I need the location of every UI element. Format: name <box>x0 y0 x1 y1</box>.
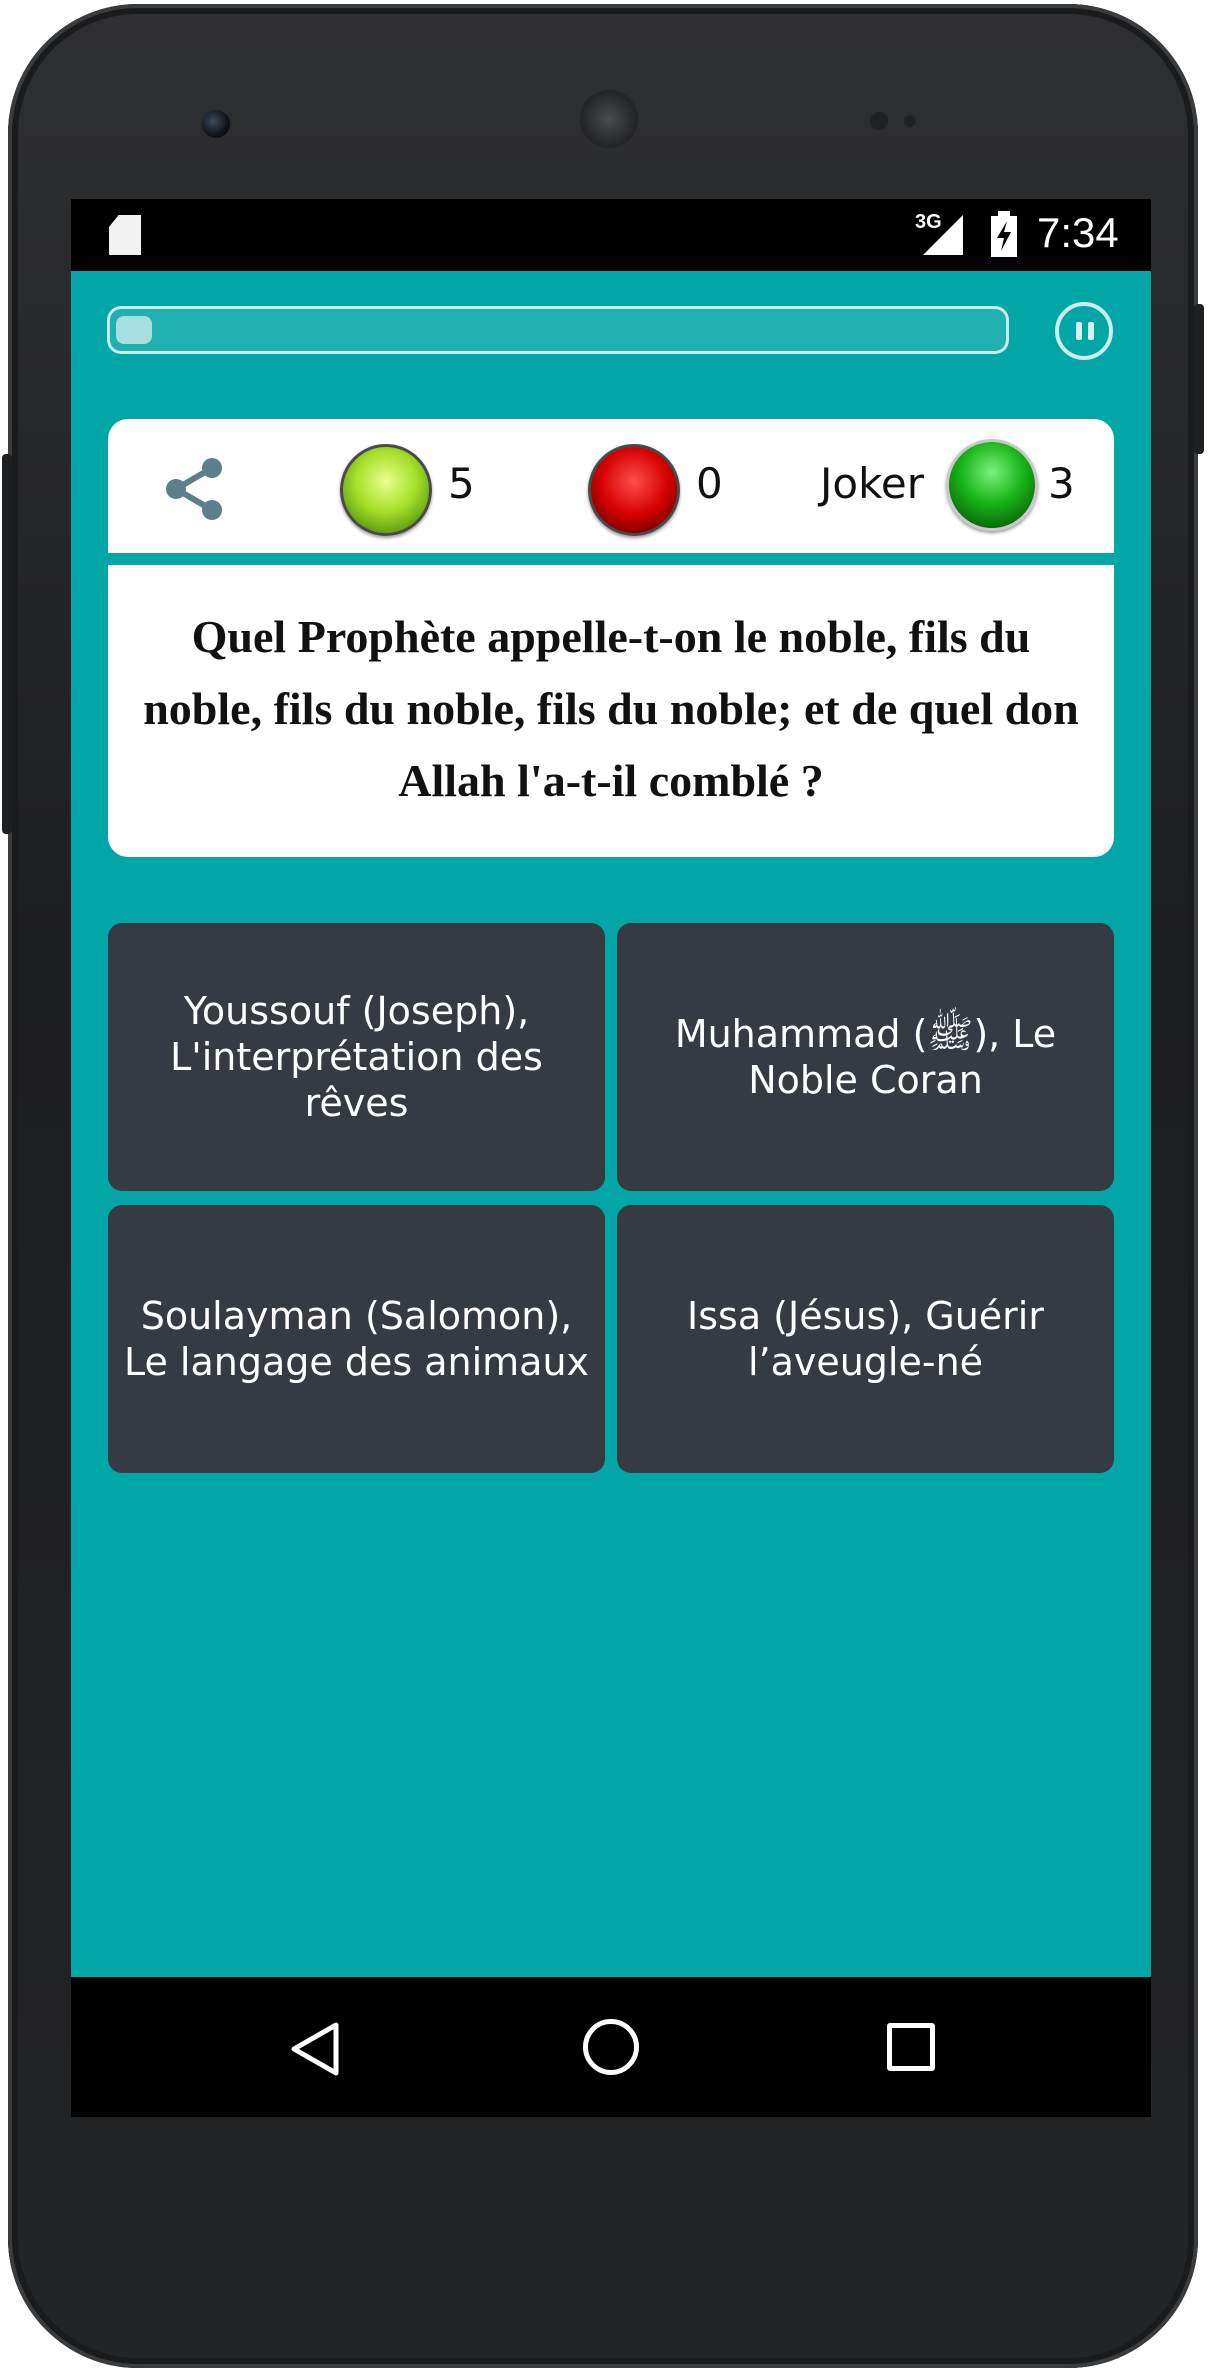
wrong-answers-icon <box>588 444 680 536</box>
screen: 3G 7:34 5 0 Joker 3 Quel Prophète appell… <box>71 199 1151 2117</box>
power-button <box>1194 304 1204 454</box>
timer-progress-fill <box>116 316 152 344</box>
pause-icon-bar <box>1088 322 1094 340</box>
score-card: 5 0 Joker 3 <box>108 419 1114 565</box>
sd-card-icon <box>109 215 141 255</box>
pause-icon <box>1076 322 1082 340</box>
navigation-bar <box>71 1977 1151 2117</box>
earpiece-speaker <box>580 90 638 148</box>
home-icon[interactable] <box>583 2019 639 2075</box>
wrong-count: 0 <box>696 459 723 508</box>
answer-button-2[interactable]: Muhammad (ﷺ), Le Noble Coran <box>617 923 1114 1191</box>
correct-count: 5 <box>448 459 475 508</box>
recent-apps-icon[interactable] <box>887 2023 935 2071</box>
answer-button-1[interactable]: Youssouf (Joseph), L'interprétation des … <box>108 923 605 1191</box>
pause-button[interactable] <box>1055 302 1113 360</box>
question-card: Quel Prophète appelle-t-on le noble, fil… <box>108 565 1114 857</box>
back-icon[interactable] <box>286 2019 346 2079</box>
score-divider <box>108 553 1114 565</box>
proximity-sensor <box>870 112 888 130</box>
signal-icon <box>923 215 963 255</box>
question-text: Quel Prophète appelle-t-on le noble, fil… <box>143 611 1079 806</box>
volume-button <box>2 454 12 834</box>
answer-grid: Youssouf (Joseph), L'interprétation des … <box>108 923 1114 1473</box>
correct-answers-icon <box>340 444 432 536</box>
clock: 7:34 <box>1037 209 1119 256</box>
joker-button[interactable] <box>946 439 1038 531</box>
timer-progress-bar <box>107 306 1009 354</box>
answer-button-4[interactable]: Issa (Jésus), Guérir l’aveugle-né <box>617 1205 1114 1473</box>
answer-button-3[interactable]: Soulayman (Salomon), Le langage des anim… <box>108 1205 605 1473</box>
joker-label: Joker <box>820 459 925 508</box>
status-bar: 3G 7:34 <box>71 199 1151 271</box>
joker-count: 3 <box>1048 459 1075 508</box>
light-sensor <box>904 115 916 127</box>
quiz-screen: 5 0 Joker 3 Quel Prophète appelle-t-on l… <box>71 271 1151 1977</box>
share-icon[interactable] <box>160 454 230 524</box>
battery-charging-icon <box>991 211 1017 257</box>
front-camera <box>202 110 230 138</box>
phone-frame: 3G 7:34 5 0 Joker 3 Quel Prophète appell… <box>2 4 1204 2368</box>
